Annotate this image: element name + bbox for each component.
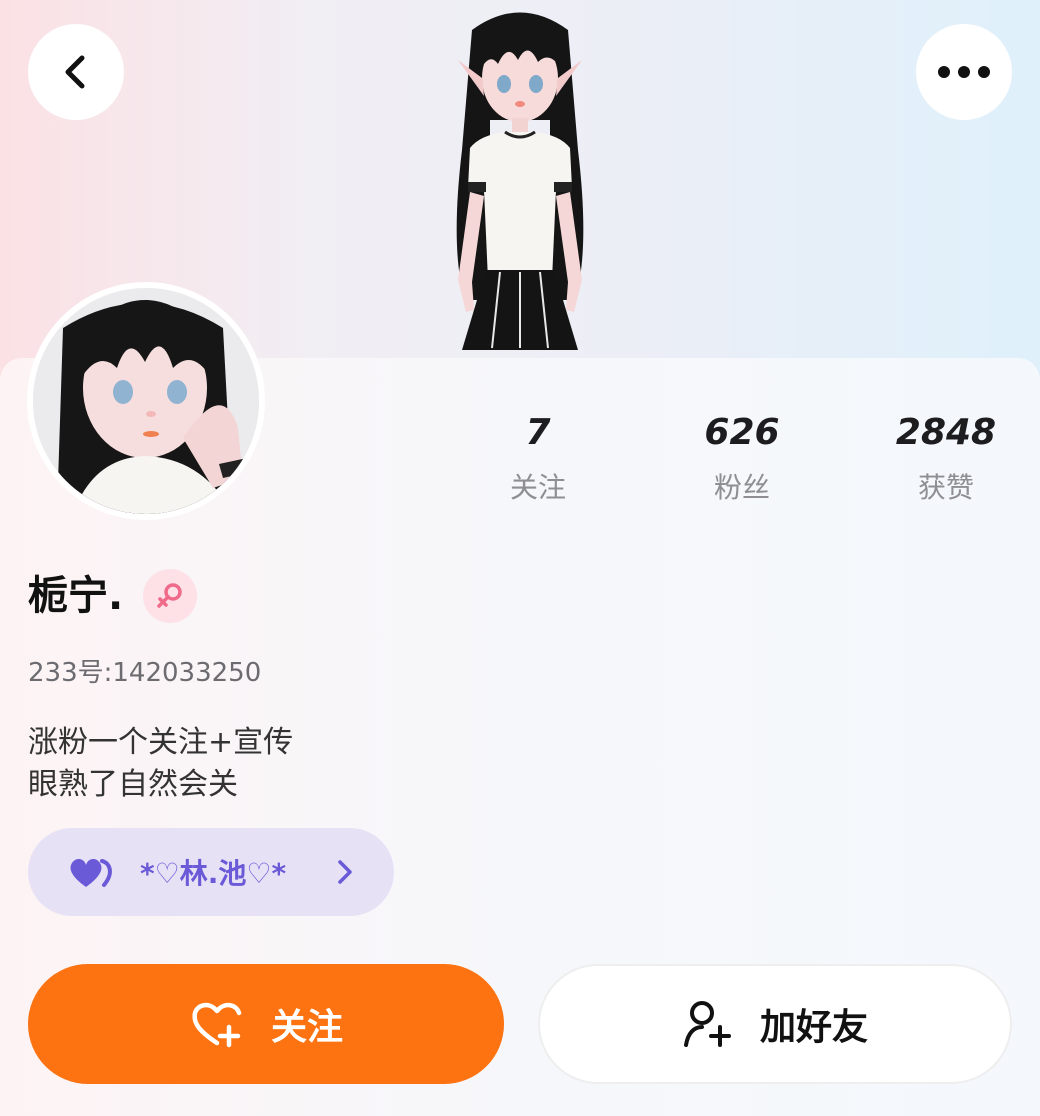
add-friend-button[interactable]: 加好友 <box>538 964 1012 1084</box>
stat-fans[interactable]: 626 粉丝 <box>662 410 822 506</box>
group-name: *♡林.池♡* <box>140 857 287 890</box>
chevron-left-icon <box>65 55 85 89</box>
bio-line-1: 涨粉一个关注+宣传 <box>28 725 294 760</box>
user-bio: 涨粉一个关注+宣传 眼熟了自然会关 <box>28 722 293 806</box>
avatar-image <box>33 288 259 514</box>
avatar-character <box>33 288 259 514</box>
gender-badge <box>143 569 198 623</box>
stat-following[interactable]: 7 关注 <box>458 410 618 506</box>
bio-line-2: 眼熟了自然会关 <box>28 767 238 802</box>
follow-button[interactable]: 关注 <box>28 964 504 1084</box>
stat-likes-label: 获赞 <box>917 471 974 504</box>
stat-likes-value: 2848 <box>895 412 997 453</box>
name-row: 栀宁. <box>28 568 198 624</box>
more-dots-icon <box>938 66 990 78</box>
back-button[interactable] <box>28 24 124 120</box>
add-user-icon <box>683 1001 731 1047</box>
add-friend-label: 加好友 <box>759 1007 868 1048</box>
stat-following-value: 7 <box>525 412 551 453</box>
character-figure <box>456 12 584 350</box>
user-id: 233号:142033250 <box>28 658 262 688</box>
avatar[interactable] <box>27 282 265 520</box>
heart-plus-icon <box>192 1002 242 1048</box>
hearts-icon <box>70 859 112 887</box>
user-name: 栀宁. <box>28 573 124 619</box>
group-link[interactable]: *♡林.池♡* <box>28 828 394 916</box>
more-options-button[interactable] <box>916 24 1012 120</box>
stat-following-label: 关注 <box>509 471 566 504</box>
follow-label: 关注 <box>270 1007 343 1048</box>
female-icon <box>157 583 182 608</box>
stat-fans-value: 626 <box>704 412 780 453</box>
chevron-right-icon <box>334 858 356 886</box>
stat-likes[interactable]: 2848 获赞 <box>866 410 1026 506</box>
stat-fans-label: 粉丝 <box>713 471 770 504</box>
